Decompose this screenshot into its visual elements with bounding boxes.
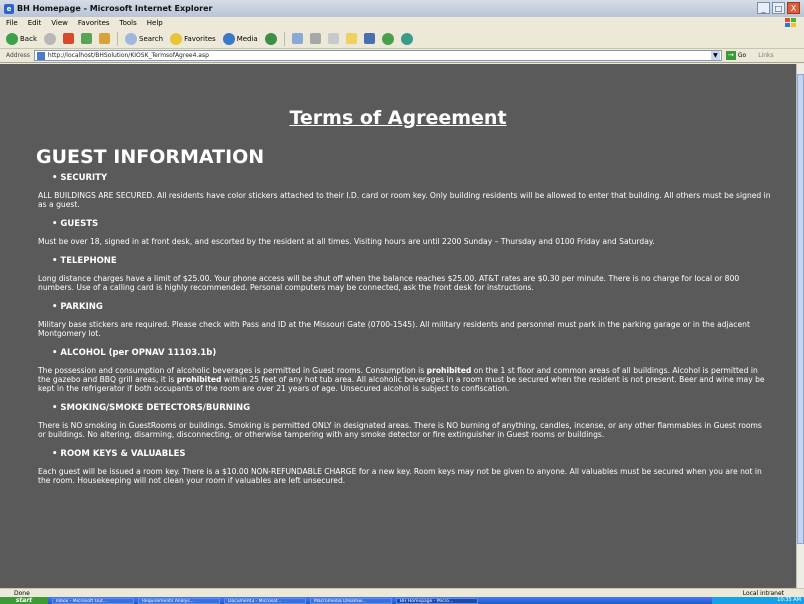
- item-heading-security: SECURITY: [52, 172, 772, 184]
- messenger-icon: [381, 32, 394, 45]
- system-tray-clock: 10:35 AM: [712, 597, 804, 604]
- refresh-button[interactable]: [79, 32, 94, 45]
- links-button[interactable]: Links: [758, 52, 773, 59]
- discuss-icon: [400, 32, 413, 45]
- section-title: GUEST INFORMATION: [36, 146, 265, 168]
- close-button[interactable]: X: [787, 2, 800, 14]
- print-button[interactable]: [308, 32, 323, 45]
- search-icon: [125, 32, 137, 45]
- start-button[interactable]: start: [0, 597, 48, 604]
- item-heading-room-keys: ROOM KEYS & VALUABLES: [52, 448, 772, 460]
- title-bar: e BH Homepage - Microsoft Internet Explo…: [0, 0, 804, 17]
- menu-favorites[interactable]: Favorites: [78, 19, 110, 27]
- back-arrow-icon: [6, 32, 18, 45]
- status-text: Done: [14, 589, 30, 597]
- menu-bar: File Edit View Favorites Tools Help: [0, 17, 804, 29]
- page-icon: [36, 51, 45, 60]
- maximize-button[interactable]: □: [772, 2, 785, 14]
- research-button[interactable]: [362, 32, 377, 45]
- menu-file[interactable]: File: [6, 19, 18, 27]
- favorites-button[interactable]: Favorites: [168, 32, 218, 46]
- edit-icon: [327, 33, 339, 44]
- item-body-room-keys: Each guest will be issued a room key. Th…: [38, 467, 762, 485]
- item-body-parking: Military base stickers are required. Ple…: [38, 320, 750, 338]
- item-body-security: ALL BUILDINGS ARE SECURED. All residents…: [38, 191, 771, 209]
- taskbar-item-outlook[interactable]: Inbox - Microsoft Out...: [52, 597, 134, 604]
- address-input[interactable]: http://localhost/BHSolution/KIOSK_Termso…: [33, 50, 722, 61]
- internet-explorer-icon: e: [4, 3, 14, 14]
- taskbar-item-bh-homepage[interactable]: BH Homepage - Micro...: [396, 597, 478, 604]
- mail-button[interactable]: [290, 32, 305, 45]
- forward-arrow-icon: [44, 32, 56, 45]
- item-heading-parking: PARKING: [52, 301, 772, 313]
- taskbar-item-document3[interactable]: Document3 - Microsof...: [224, 597, 306, 604]
- discuss-button[interactable]: [399, 32, 415, 46]
- windows-taskbar: start Inbox - Microsoft Out... Requireme…: [0, 597, 804, 604]
- folder-button[interactable]: [344, 32, 359, 45]
- media-button[interactable]: Media: [221, 32, 260, 46]
- refresh-icon: [81, 33, 92, 44]
- item-heading-alcohol: ALCOHOL (per OPNAV 11103.1b): [52, 347, 772, 359]
- item-heading-telephone: TELEPHONE: [52, 255, 772, 267]
- history-button[interactable]: [263, 32, 279, 46]
- toolbar-separator: [283, 31, 285, 46]
- forward-button[interactable]: [42, 32, 58, 46]
- item-heading-guests: GUESTS: [52, 218, 772, 230]
- address-label: Address: [6, 52, 30, 59]
- terms-list: SECURITY ALL BUILDINGS ARE SECURED. All …: [38, 172, 772, 494]
- stop-button[interactable]: [61, 32, 76, 45]
- home-button[interactable]: [97, 32, 112, 45]
- go-arrow-icon: →: [725, 51, 736, 60]
- standard-toolbar: Back Search Favorites Media: [0, 29, 804, 49]
- search-button[interactable]: Search: [123, 32, 165, 46]
- messenger-button[interactable]: [380, 32, 396, 46]
- status-bar: Done Local intranet: [0, 588, 804, 597]
- page-title: Terms of Agreement: [289, 107, 507, 129]
- mail-icon: [291, 33, 303, 44]
- address-bar: Address http://localhost/BHSolution/KIOS…: [0, 49, 804, 63]
- vertical-scrollbar[interactable]: [796, 64, 804, 588]
- go-button[interactable]: → Go: [725, 51, 746, 60]
- minimize-button[interactable]: _: [757, 2, 770, 14]
- window-controls: _ □ X: [757, 2, 800, 14]
- address-dropdown-icon[interactable]: ▼: [710, 51, 720, 60]
- research-icon: [363, 33, 375, 44]
- back-button[interactable]: Back: [4, 32, 39, 46]
- address-url: http://localhost/BHSolution/KIOSK_Termso…: [47, 52, 209, 59]
- menu-view[interactable]: View: [51, 19, 68, 27]
- favorites-star-icon: [170, 32, 183, 45]
- page-content: Terms of Agreement GUEST INFORMATION SEC…: [0, 64, 796, 588]
- edit-button[interactable]: [326, 32, 341, 45]
- menu-help[interactable]: Help: [147, 19, 163, 27]
- folder-icon: [345, 33, 357, 44]
- taskbar-item-dreamweaver[interactable]: Macromedia Dreamw...: [310, 597, 392, 604]
- stop-icon: [63, 33, 74, 44]
- print-icon: [309, 33, 321, 44]
- media-icon: [222, 32, 235, 45]
- item-body-smoking: There is NO smoking in GuestRooms or bui…: [38, 421, 762, 439]
- home-icon: [99, 33, 110, 44]
- item-body-alcohol: The possession and consumption of alcoho…: [38, 366, 765, 393]
- item-heading-smoking: SMOKING/SMOKE DETECTORS/BURNING: [52, 402, 772, 414]
- taskbar-item-requirements[interactable]: Requirements Analys...: [138, 597, 220, 604]
- item-body-telephone: Long distance charges have a limit of $2…: [38, 274, 740, 292]
- history-icon: [264, 32, 277, 45]
- menu-edit[interactable]: Edit: [28, 19, 42, 27]
- toolbar-separator: [117, 31, 118, 46]
- scrollbar-thumb[interactable]: [797, 74, 804, 544]
- security-zone: Local intranet: [742, 589, 784, 597]
- windows-logo-icon: [785, 18, 796, 27]
- item-body-guests: Must be over 18, signed in at front desk…: [38, 237, 655, 246]
- menu-tools[interactable]: Tools: [120, 19, 137, 27]
- window-title: BH Homepage - Microsoft Internet Explore…: [17, 4, 213, 13]
